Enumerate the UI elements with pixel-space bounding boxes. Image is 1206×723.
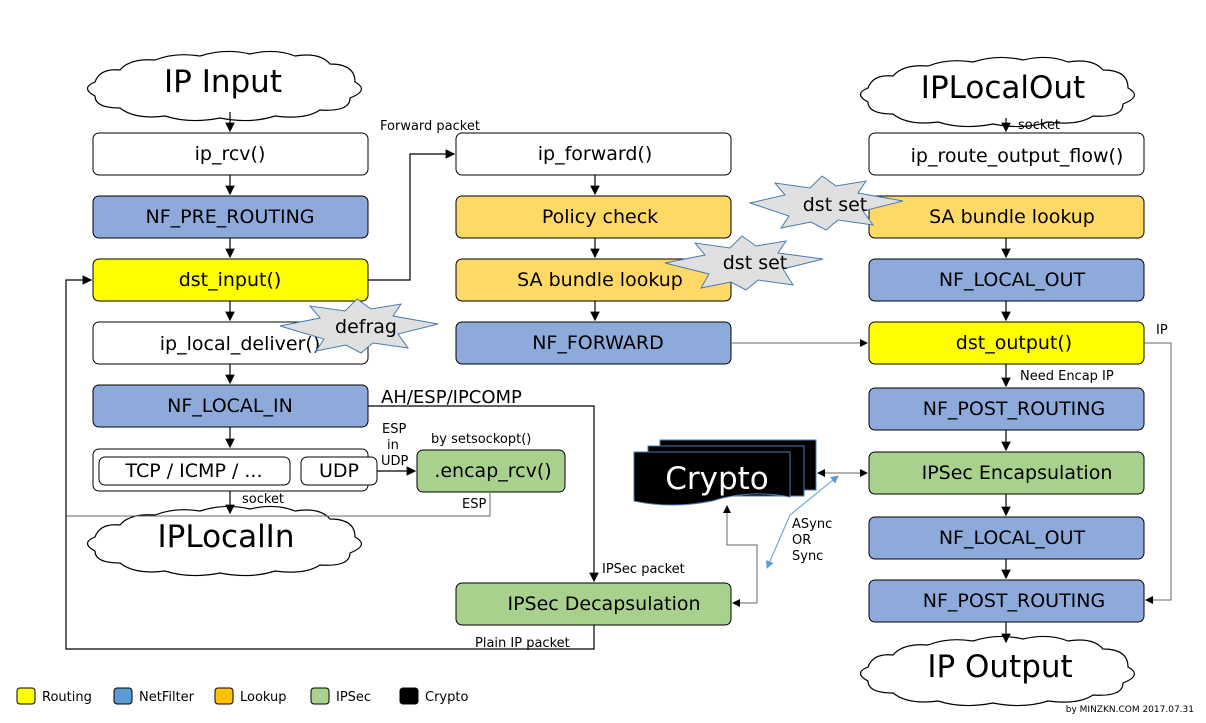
cloud-label: IP Output — [927, 649, 1072, 685]
cloud-ip-local-out: IPLocalOut — [859, 56, 1135, 128]
box-label: TCP / ICMP / ... — [124, 460, 262, 482]
label-udp: UDP — [381, 454, 409, 469]
box-label: NF_POST_ROUTING — [923, 398, 1105, 420]
label-plain-ip: Plain IP packet — [475, 636, 570, 651]
label-ah-esp-ipcomp: AH/ESP/IPCOMP — [381, 387, 522, 408]
box-label: ip_rcv() — [195, 143, 266, 165]
legend-swatch-crypto — [399, 687, 419, 705]
legend-swatch-netfilter — [113, 687, 133, 705]
box-label: Policy check — [542, 206, 658, 228]
cloud-ip-output: IP Output — [859, 635, 1135, 707]
cloud-label: IPLocalOut — [921, 70, 1085, 106]
label-ip: IP — [1156, 323, 1168, 338]
cloud-ip-local-in: IPLocalIn — [86, 505, 362, 577]
box-label: NF_LOCAL_OUT — [939, 527, 1086, 549]
cloud-label: IP Input — [164, 64, 282, 100]
label-or: OR — [792, 533, 811, 548]
legend-label: Lookup — [240, 690, 287, 705]
cloud-ip-input: IP Input — [86, 50, 362, 122]
label-socket: socket — [242, 492, 284, 507]
box-label: ip_forward() — [538, 143, 653, 165]
label-sync: Sync — [792, 549, 823, 564]
box-label: NF_FORWARD — [532, 332, 664, 354]
box-label: ip_local_deliver() — [160, 333, 321, 355]
box-label: dst_input() — [179, 269, 282, 291]
label-forward-packet: Forward packet — [380, 119, 480, 134]
box-label: ip_route_output_flow() — [911, 145, 1124, 167]
label-socket-out: socket — [1018, 118, 1060, 133]
burst-label: dst set — [803, 194, 868, 216]
legend: Routing NetFilter Lookup IPSec Crypto — [16, 687, 468, 705]
legend-swatch-lookup — [214, 687, 234, 705]
box-label: NF_POST_ROUTING — [923, 590, 1105, 612]
label-ipsec-packet: IPSec packet — [602, 562, 685, 577]
label-esp: ESP — [382, 422, 406, 437]
box-label: .encap_rcv() — [434, 460, 551, 482]
box-label: IPSec Decapsulation — [507, 593, 700, 615]
label-need-encap: Need Encap IP — [1020, 369, 1114, 384]
legend-label: IPSec — [336, 690, 371, 705]
box-label: dst_output() — [956, 332, 1072, 354]
cloud-label: IPLocalIn — [158, 519, 295, 555]
legend-swatch-routing — [16, 687, 36, 705]
label-setsockopt: by setsockopt() — [431, 432, 531, 447]
box-label: SA bundle lookup — [929, 206, 1095, 228]
crypto-stack: Crypto — [633, 439, 817, 506]
burst-label: dst set — [723, 252, 788, 274]
label-in: in — [387, 438, 399, 453]
box-label: UDP — [319, 460, 359, 482]
box-label: NF_PRE_ROUTING — [145, 206, 314, 228]
label-async: ASync — [792, 517, 832, 532]
legend-label: Routing — [42, 690, 92, 705]
ipsec-flow-diagram: IP Input IPLocalIn IPLocalOut IP Output … — [16, 50, 1194, 715]
legend-label: NetFilter — [139, 690, 195, 705]
box-label: IPSec Encapsulation — [922, 462, 1113, 484]
box-label: NF_LOCAL_OUT — [939, 269, 1086, 291]
credit: by MINZKN.COM 2017.07.31 — [1066, 705, 1194, 715]
burst-label: defrag — [335, 316, 397, 338]
box-label: SA bundle lookup — [517, 269, 683, 291]
crypto-label: Crypto — [665, 461, 769, 497]
legend-label: Crypto — [425, 690, 468, 705]
box-label: NF_LOCAL_IN — [167, 395, 293, 417]
legend-swatch-ipsec — [310, 687, 330, 705]
label-esp-2: ESP — [462, 497, 486, 512]
